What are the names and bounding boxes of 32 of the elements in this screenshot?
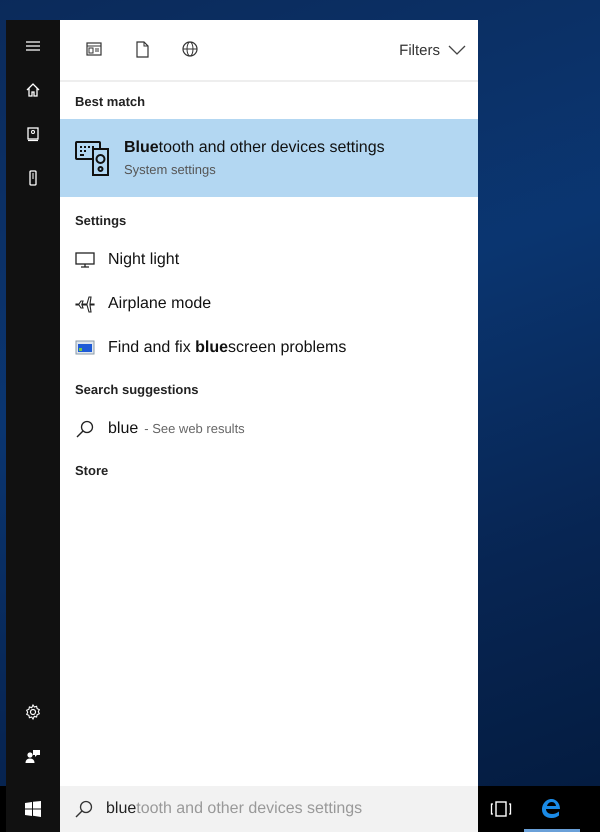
settings-icon <box>24 703 42 721</box>
search-result[interactable]: Airplane mode <box>60 282 478 326</box>
globe-icon <box>181 40 199 58</box>
section-heading: Settings <box>74 212 128 230</box>
search-result[interactable]: Bluetooth and other devices settings System settings <box>60 119 478 197</box>
error-screen-icon <box>75 339 95 357</box>
search-icon <box>75 419 95 439</box>
result-title: Airplane mode <box>108 295 212 313</box>
result-title: blue <box>108 420 138 438</box>
monitor-icon <box>75 251 95 269</box>
chevron-down-icon <box>448 45 466 55</box>
section-heading: Best match <box>74 93 146 111</box>
result-title: Night light <box>108 251 180 269</box>
search-result[interactable]: blue - See web results <box>60 407 478 451</box>
web-results-hint: - See web results <box>144 421 245 436</box>
windows-logo-icon <box>24 800 42 818</box>
filters-button[interactable]: Filters <box>395 38 470 62</box>
search-result[interactable]: Find and fix bluescreen problems <box>60 326 478 370</box>
keyboard-speaker-icon <box>75 139 111 177</box>
app-window-icon <box>85 40 103 58</box>
home-icon <box>24 81 42 99</box>
result-title: Find and fix bluescreen problems <box>108 339 346 357</box>
search-result[interactable]: Night light <box>60 238 478 282</box>
start-button[interactable] <box>6 786 60 832</box>
person-icon <box>24 747 42 765</box>
section-heading: Search suggestions <box>74 381 200 399</box>
result-subtitle: System settings <box>124 162 217 177</box>
search-icon <box>74 799 94 819</box>
result-title: Bluetooth and other devices settings <box>124 139 385 157</box>
section-heading: Store <box>74 462 110 480</box>
airplane-icon <box>75 294 95 314</box>
task-view-icon <box>490 800 512 818</box>
